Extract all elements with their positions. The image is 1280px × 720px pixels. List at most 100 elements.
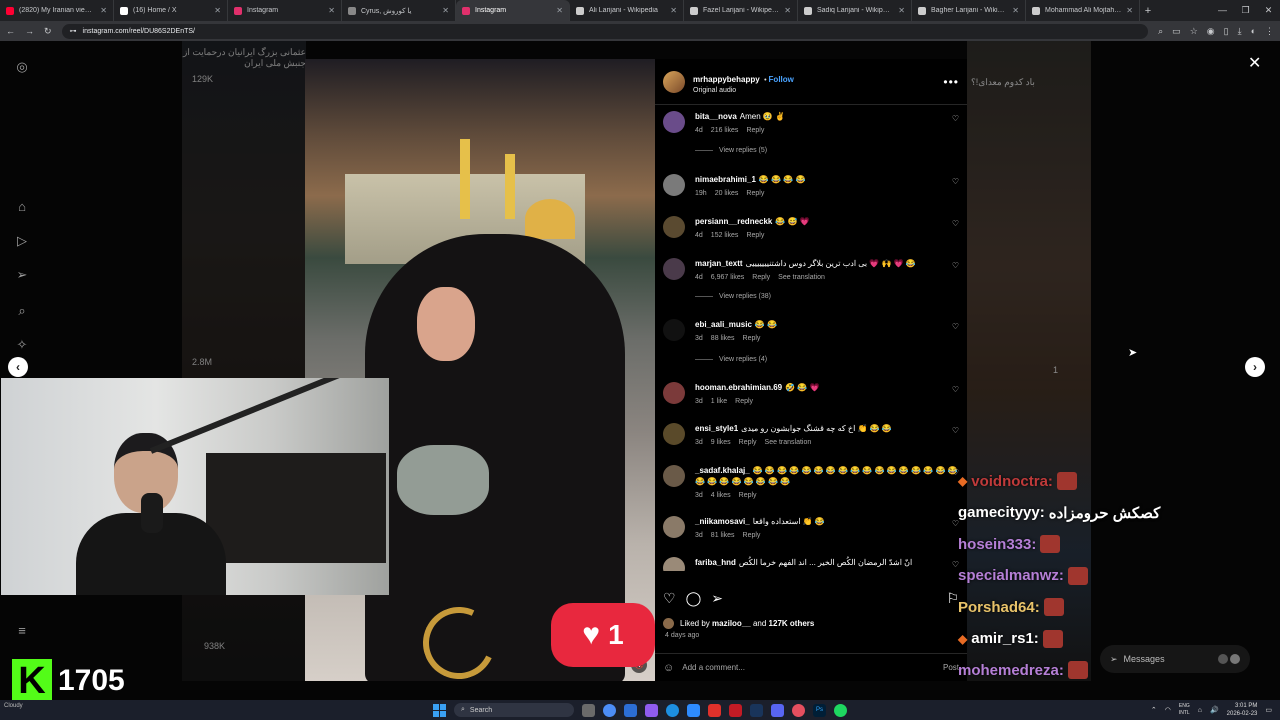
audio-label[interactable]: Original audio — [693, 87, 794, 94]
comment-like-icon[interactable]: ♡ — [952, 322, 959, 331]
comment-username[interactable]: fariba_hnd — [695, 558, 736, 567]
task-view-icon[interactable] — [582, 703, 595, 717]
tab-close-icon[interactable]: ✕ — [100, 6, 107, 15]
emoji-icon[interactable]: ☺ — [663, 662, 674, 674]
clock[interactable]: 3:01 PM 2026-02-23 — [1227, 702, 1258, 718]
sidepanel-icon[interactable]: ▯ — [1224, 26, 1229, 37]
home-icon[interactable]: ⌂ — [14, 199, 30, 215]
wifi-icon[interactable]: ◠ — [1165, 706, 1171, 714]
new-tab-button[interactable]: + — [1140, 5, 1156, 17]
browser-tab[interactable]: Instagram ✕ — [228, 0, 342, 21]
comment-username[interactable]: _niikamosavi_ — [695, 517, 750, 526]
comment-username[interactable]: hooman.ebrahimian.69 — [695, 383, 782, 392]
tab-close-icon[interactable]: ✕ — [1012, 6, 1019, 15]
view-replies-button[interactable]: View replies (4) — [695, 356, 767, 363]
reload-icon[interactable]: ↻ — [44, 26, 52, 37]
follow-button[interactable]: Follow — [769, 75, 794, 84]
photoshop-icon[interactable]: Ps — [813, 703, 826, 717]
reply-button[interactable]: Reply — [746, 125, 764, 136]
app-icon[interactable] — [645, 703, 658, 717]
steam-icon[interactable] — [750, 703, 763, 717]
browser-tab[interactable]: Instagram ✕ — [456, 0, 570, 21]
comment-avatar[interactable] — [663, 516, 685, 538]
like-icon[interactable]: ♡ — [663, 590, 676, 607]
comment-likes[interactable]: 88 likes — [711, 333, 735, 344]
browser-tab[interactable]: Mohammad Ali Mojtahedi - ... ✕ — [1026, 0, 1140, 21]
notification-icon[interactable]: ▭ — [1265, 706, 1272, 714]
more-menu-icon[interactable]: ≡ — [14, 623, 30, 639]
browser-tab[interactable]: Fazel Larijani - Wikipedia ✕ — [684, 0, 798, 21]
comment-avatar[interactable] — [663, 216, 685, 238]
comment-likes[interactable]: 20 likes — [715, 188, 739, 199]
comment-avatar[interactable] — [663, 258, 685, 280]
next-arrow-button[interactable]: › — [1245, 357, 1265, 377]
cast-icon[interactable]: ▭ — [1172, 26, 1181, 37]
search-icon[interactable]: ⌕ — [14, 303, 30, 319]
author-username[interactable]: mrhappybehappy — [693, 75, 760, 84]
comment-icon[interactable]: ◯ — [686, 590, 702, 607]
tab-close-icon[interactable]: ✕ — [670, 6, 677, 15]
view-replies-button[interactable]: View replies (38) — [695, 293, 771, 300]
reply-button[interactable]: Reply — [743, 530, 761, 541]
comment-username[interactable]: marjan_textt — [695, 259, 743, 268]
extension-icon[interactable]: ◉ — [1207, 26, 1215, 37]
taskbar-search[interactable]: ⌕ Search — [454, 703, 574, 717]
tab-close-icon[interactable]: ✕ — [328, 6, 335, 15]
network-icon[interactable]: ⌂ — [1198, 707, 1202, 714]
comment-input[interactable]: Add a comment... — [682, 663, 745, 672]
app-red-icon[interactable] — [729, 703, 742, 717]
instagram-logo-icon[interactable]: ◎ — [14, 59, 30, 75]
comment-likes[interactable]: 6,967 likes — [711, 272, 744, 283]
post-comment-button[interactable]: Post — [943, 663, 959, 672]
comment-avatar[interactable] — [663, 382, 685, 404]
bookmark-star-icon[interactable]: ☆ — [1190, 26, 1198, 37]
comment-username[interactable]: nimaebrahimi_1 — [695, 175, 756, 184]
messages-button[interactable]: ➢ Messages — [1100, 645, 1250, 673]
browser-tab[interactable]: Ali Larijani - Wikipedia ✕ — [570, 0, 684, 21]
comment-likes[interactable]: 81 likes — [711, 530, 735, 541]
explore-icon[interactable]: ✧ — [14, 337, 30, 353]
close-icon[interactable]: ✕ — [1248, 53, 1261, 73]
windows-start-icon[interactable] — [433, 703, 446, 717]
reply-button[interactable]: Reply — [739, 490, 757, 501]
author-avatar[interactable] — [663, 70, 685, 93]
tab-close-icon[interactable]: ✕ — [784, 6, 791, 15]
share-icon[interactable]: ➢ — [711, 590, 723, 607]
comment-username[interactable]: bita__nova — [695, 112, 737, 121]
comment-like-icon[interactable]: ♡ — [952, 219, 959, 228]
volume-icon[interactable]: 🔊 — [1210, 706, 1219, 714]
comment-like-icon[interactable]: ♡ — [952, 114, 959, 123]
reply-button[interactable]: Reply — [739, 437, 757, 448]
comment-avatar[interactable] — [663, 465, 685, 487]
comment-like-icon[interactable]: ♡ — [952, 426, 959, 435]
comment-username[interactable]: _sadaf.khalaj_ — [695, 466, 750, 475]
browser-tab[interactable]: (2820) My Iranian viewer sent ✕ — [0, 0, 114, 21]
comment-username[interactable]: ensi_style1 — [695, 424, 738, 433]
forward-icon[interactable]: → — [25, 26, 34, 36]
site-info-icon[interactable]: ⊶ — [70, 27, 77, 35]
tab-close-icon[interactable]: ✕ — [214, 6, 221, 15]
tab-close-icon[interactable]: ✕ — [898, 6, 905, 15]
liked-by-user[interactable]: maziloo__ — [712, 619, 751, 628]
back-icon[interactable]: ← — [6, 26, 15, 36]
comment-avatar[interactable] — [663, 557, 685, 571]
comment-like-icon[interactable]: ♡ — [952, 261, 959, 270]
comment-likes[interactable]: 152 likes — [711, 230, 739, 241]
tray-chevron-icon[interactable]: ⌃ — [1151, 706, 1157, 714]
previous-arrow-button[interactable]: ‹ — [8, 357, 28, 377]
tab-close-icon[interactable]: ✕ — [1126, 6, 1133, 15]
store-icon[interactable] — [687, 703, 700, 717]
minimize-icon[interactable]: — — [1211, 0, 1234, 21]
language-indicator[interactable]: ENG INTL — [1179, 703, 1190, 717]
comment-like-icon[interactable]: ♡ — [952, 385, 959, 394]
menu-kebab-icon[interactable]: ⋮ — [1265, 26, 1274, 37]
direct-messages-icon[interactable]: ➢ — [14, 267, 30, 283]
close-window-icon[interactable]: ✕ — [1257, 0, 1280, 21]
edge-icon[interactable] — [666, 703, 679, 717]
browser-tab[interactable]: (16) Home / X ✕ — [114, 0, 228, 21]
reels-icon[interactable]: ▷ — [14, 233, 30, 249]
reply-button[interactable]: Reply — [746, 230, 764, 241]
zoom-icon[interactable]: ⌕ — [1158, 26, 1163, 37]
more-options-icon[interactable]: ••• — [943, 75, 959, 89]
comment-avatar[interactable] — [663, 319, 685, 341]
